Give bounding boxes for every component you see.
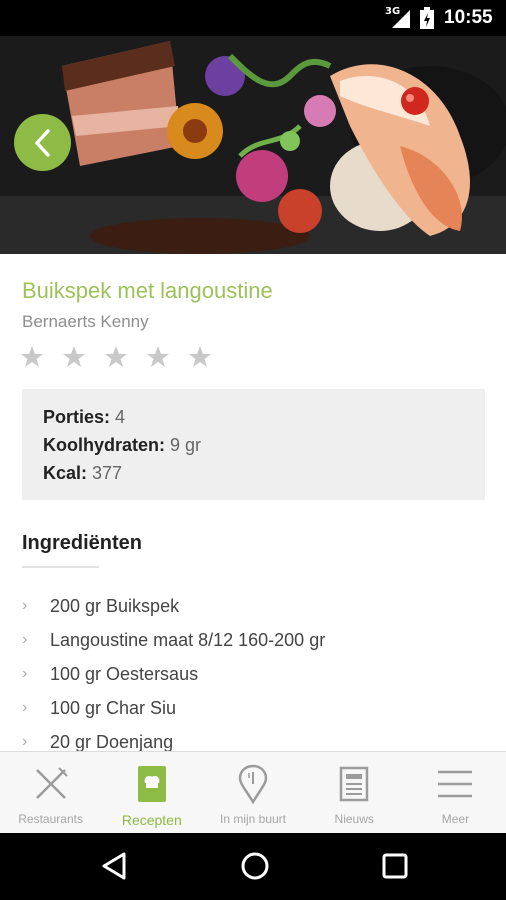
chevron-right-icon: › — [22, 699, 28, 716]
star-icon[interactable] — [104, 345, 128, 369]
chevron-left-icon — [34, 128, 50, 157]
tab-label: Restaurants — [18, 812, 83, 826]
list-item: › 100 gr Oestersaus — [22, 657, 492, 691]
tab-in-mijn-buurt[interactable]: In mijn buurt — [202, 752, 303, 833]
map-pin-icon — [233, 764, 273, 804]
tab-label: Meer — [441, 812, 470, 826]
chevron-right-icon: › — [22, 631, 28, 648]
chevron-right-icon: › — [22, 733, 28, 750]
chevron-right-icon: › — [22, 597, 28, 614]
ingredient-text: 100 gr Char Siu — [50, 697, 177, 718]
newspaper-icon — [334, 764, 374, 804]
tab-recepten[interactable]: Recepten — [101, 752, 202, 833]
recipe-photo — [0, 36, 506, 254]
portions-value: 4 — [115, 407, 126, 427]
recent-apps-icon[interactable] — [382, 851, 408, 881]
battery-icon — [420, 7, 434, 29]
carbs-value: 9 gr — [170, 435, 202, 455]
chef-hat-icon — [132, 764, 172, 804]
rating-stars[interactable] — [20, 345, 212, 369]
star-icon[interactable] — [146, 345, 170, 369]
list-item: › Langoustine maat 8/12 160-200 gr — [22, 623, 492, 657]
bottom-tab-bar: Restaurants Recepten In mijn buurt Nieuw… — [0, 751, 506, 833]
recipe-title: Buikspek met langoustine — [22, 278, 273, 303]
portions-row: Porties: 4 — [43, 403, 464, 431]
tab-label: Nieuws — [334, 812, 374, 826]
ingredients-list: › 200 gr Buikspek › Langoustine maat 8/12 … — [22, 589, 492, 752]
tab-meer[interactable]: Meer — [405, 752, 506, 833]
kcal-label: Kcal: — [43, 463, 88, 483]
ingredient-text: Langoustine maat 8/12 160-200 gr — [50, 629, 326, 650]
back-triangle-icon[interactable] — [100, 851, 128, 881]
fork-knife-icon — [31, 764, 71, 804]
tab-label: Recepten — [121, 812, 182, 828]
menu-icon — [435, 764, 475, 804]
tab-restaurants[interactable]: Restaurants — [0, 752, 101, 833]
list-item: › 100 gr Char Siu — [22, 691, 492, 725]
signal-icon — [392, 10, 410, 28]
status-bar: 3G 10:55 — [0, 0, 506, 36]
kcal-value: 377 — [92, 463, 123, 483]
system-navigation-bar — [0, 833, 506, 900]
tab-nieuws[interactable]: Nieuws — [304, 752, 405, 833]
ingredients-heading: Ingrediënten — [22, 532, 143, 554]
back-button[interactable] — [14, 114, 71, 171]
tab-label: In mijn buurt — [219, 812, 287, 826]
kcal-row: Kcal: 377 — [43, 459, 464, 487]
recipe-author: Bernaerts Kenny — [22, 312, 149, 331]
ingredient-text: 200 gr Buikspek — [50, 595, 180, 616]
home-circle-icon[interactable] — [240, 851, 270, 881]
divider — [22, 566, 99, 568]
chevron-right-icon: › — [22, 665, 28, 682]
list-item: › 200 gr Buikspek — [22, 589, 492, 623]
nutrition-info-box: Porties: 4 Koolhydraten: 9 gr Kcal: 377 — [22, 389, 485, 500]
ingredient-text: 20 gr Doenjang — [50, 731, 174, 752]
ingredient-text: 100 gr Oestersaus — [50, 663, 199, 684]
star-icon[interactable] — [62, 345, 86, 369]
carbs-row: Koolhydraten: 9 gr — [43, 431, 464, 459]
carbs-label: Koolhydraten: — [43, 435, 166, 455]
portions-label: Porties: — [43, 407, 111, 427]
star-icon[interactable] — [20, 345, 44, 369]
clock: 10:55 — [444, 7, 493, 28]
list-item: › 20 gr Doenjang — [22, 725, 492, 752]
star-icon[interactable] — [188, 345, 212, 369]
